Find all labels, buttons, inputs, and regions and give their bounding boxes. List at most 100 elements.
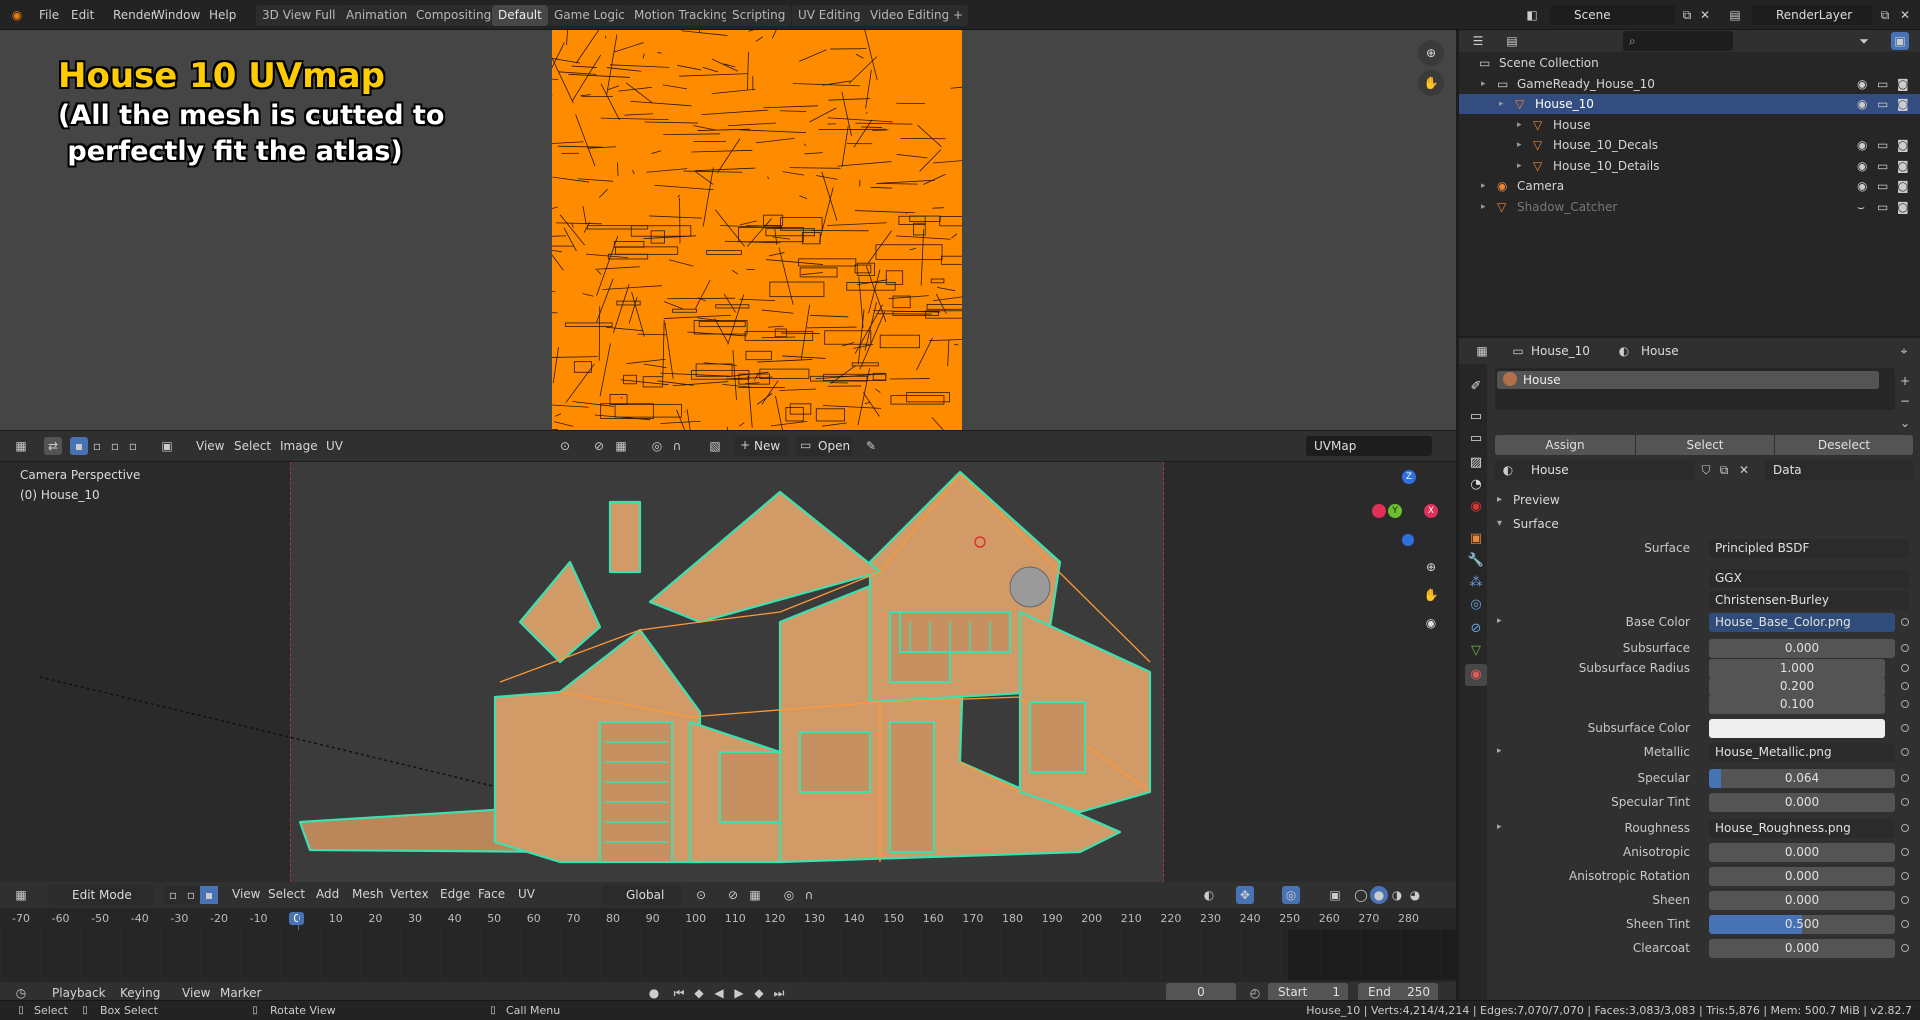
expand-arrow-icon[interactable]: ▸ — [1481, 176, 1486, 196]
chevron-right-icon[interactable]: ▸ — [1497, 616, 1502, 626]
island-select-icon[interactable]: ▫ — [124, 437, 142, 455]
outliner-row[interactable]: ▸ ▽ House_10_Decals ◉ ▭ ◙ — [1459, 135, 1920, 155]
navigation-gizmo[interactable]: Z Y X — [1372, 470, 1442, 550]
falloff-icon[interactable]: ∩ — [668, 437, 686, 455]
subsurface-method-selector[interactable]: Christensen-Burley — [1709, 591, 1909, 610]
property-value[interactable]: House_Base_Color.png — [1709, 613, 1895, 632]
tab-3d-view-full[interactable]: 3D View Full — [256, 5, 342, 26]
outliner-row[interactable]: ▭ Scene Collection — [1459, 53, 1920, 73]
tab-video-editing[interactable]: Video Editing — [864, 5, 956, 26]
editor-type-icon[interactable]: ▦ — [1473, 342, 1491, 360]
tab-motion-tracking[interactable]: Motion Tracking — [628, 5, 735, 26]
viewport-toggle-icon[interactable]: ▭ — [1877, 197, 1888, 217]
solid-shading-icon[interactable]: ● — [1370, 886, 1388, 904]
preview-panel-header[interactable]: Preview — [1491, 490, 1920, 510]
keyframe-dot-icon[interactable] — [1901, 748, 1909, 756]
viewport-menu-face[interactable]: Face — [478, 887, 505, 901]
face-select-icon[interactable]: ▫ — [106, 437, 124, 455]
gizmo-z-icon[interactable]: Z — [1402, 470, 1416, 484]
editor-type-icon[interactable]: ▦ — [12, 886, 30, 904]
property-value[interactable]: House_Roughness.png — [1709, 819, 1895, 838]
expand-arrow-icon[interactable]: ▸ — [1481, 74, 1486, 94]
scene-icon[interactable]: ◧ — [1523, 6, 1541, 24]
rendered-shading-icon[interactable]: ◕ — [1406, 886, 1424, 904]
keyframe-dot-icon[interactable] — [1901, 618, 1909, 626]
edge-select-icon[interactable]: ▫ — [88, 437, 106, 455]
gizmo-neg-z-icon[interactable] — [1402, 534, 1414, 546]
keyframe-dot-icon[interactable] — [1901, 944, 1909, 952]
sync-selection-icon[interactable]: ⇄ — [44, 437, 62, 455]
breadcrumb-object[interactable]: House_10 — [1531, 344, 1590, 358]
outliner-row[interactable]: ▸ ▽ House_10_Details ◉ ▭ ◙ — [1459, 156, 1920, 176]
timeline-menu-playback[interactable]: Playback — [52, 986, 106, 1000]
add-slot-icon[interactable]: + — [1896, 372, 1914, 390]
snap-grid-icon[interactable]: ▦ — [612, 437, 630, 455]
pivot-icon[interactable]: ⊙ — [556, 437, 574, 455]
render-tab-icon[interactable]: ▭ — [1465, 406, 1487, 428]
new-scene-icon[interactable]: ⧉ — [1678, 6, 1696, 24]
gizmo-toggle-icon[interactable]: ✥ — [1236, 886, 1254, 904]
vertex-select-icon[interactable]: ▪ — [70, 437, 88, 455]
viewport-menu-mesh[interactable]: Mesh — [352, 887, 384, 901]
property-value[interactable]: 0.000 — [1709, 891, 1895, 910]
tool-tab-icon[interactable]: ✐ — [1465, 376, 1487, 398]
keyframe-dot-icon[interactable] — [1901, 872, 1909, 880]
render-toggle-icon[interactable]: ◙ — [1897, 74, 1909, 94]
tab-uv-editing[interactable]: UV Editing — [792, 5, 867, 26]
keyframe-dot-icon[interactable] — [1901, 664, 1909, 672]
surface-panel-header[interactable]: Surface — [1491, 514, 1920, 534]
new-layer-icon[interactable]: ⧉ — [1876, 6, 1894, 24]
visibility-eye-icon[interactable]: ◉ — [1857, 156, 1867, 176]
wireframe-shading-icon[interactable]: ◯ — [1352, 886, 1370, 904]
expand-arrow-icon[interactable]: ▸ — [1517, 135, 1522, 155]
pin-icon[interactable]: ⌖ — [1895, 342, 1913, 360]
timeline-menu-view[interactable]: View — [182, 986, 210, 1000]
tab-scripting[interactable]: Scripting — [726, 5, 792, 26]
blender-logo-icon[interactable]: ◉ — [8, 6, 26, 24]
uv-menu-image[interactable]: Image — [280, 439, 318, 453]
image-browse-icon[interactable]: ▧ — [706, 437, 724, 455]
keyframe-dot-icon[interactable] — [1901, 920, 1909, 928]
property-value[interactable]: 0.000 — [1709, 639, 1895, 658]
timeline[interactable]: -70 -60 -50 -40 -30 -20 -10 0 10 20 30 40 50 60 70 80 90… — [0, 908, 1456, 1004]
property-value[interactable]: 0.000 — [1709, 867, 1895, 886]
snap-icon[interactable]: ⊘ — [724, 886, 742, 904]
uv-editor-canvas[interactable]: House 10 UVmap (All the mesh is cutted t… — [0, 30, 1456, 430]
uv-menu-view[interactable]: View — [196, 439, 224, 453]
material-shading-icon[interactable]: ◑ — [1388, 886, 1406, 904]
viewport-menu-edge[interactable]: Edge — [440, 887, 470, 901]
outliner-row[interactable]: ▸ ▽ House — [1459, 115, 1920, 135]
material-slot-item[interactable]: House — [1497, 371, 1879, 389]
uv-menu-uv[interactable]: UV — [326, 439, 343, 453]
visibility-eye-icon[interactable]: ◉ — [1857, 94, 1867, 114]
snap-icon[interactable]: ⊘ — [590, 437, 608, 455]
slot-menu-icon[interactable]: ⌄ — [1896, 414, 1914, 432]
filter-icon[interactable]: ⏷ — [1855, 32, 1873, 50]
uv-menu-select[interactable]: Select — [234, 439, 271, 453]
editor-type-icon[interactable]: ▦ — [12, 437, 30, 455]
property-value[interactable]: 0.000 — [1709, 793, 1895, 812]
proportional-icon[interactable]: ◎ — [648, 437, 666, 455]
keyframe-dot-icon[interactable] — [1901, 724, 1909, 732]
surface-shader-selector[interactable]: Principled BSDF — [1709, 539, 1909, 558]
overlay-toggle-icon[interactable]: ◎ — [1282, 886, 1300, 904]
duplicate-material-icon[interactable]: ⧉ — [1715, 461, 1733, 479]
property-value[interactable]: 0.100 — [1709, 695, 1885, 714]
menu-edit[interactable]: Edit — [68, 5, 97, 25]
properties-editor[interactable]: ▦ ▭ House_10 ◐ House ⌖ ✐ ▭ ▭ ▨ ◔ ◉ ▣ 🔧 ⁂… — [1459, 338, 1920, 1000]
output-tab-icon[interactable]: ▭ — [1465, 428, 1487, 450]
keyframe-dot-icon[interactable] — [1901, 700, 1909, 708]
expand-arrow-icon[interactable]: ▸ — [1517, 115, 1522, 135]
pivot-icon[interactable]: ⊙ — [692, 886, 710, 904]
deselect-button[interactable]: Deselect — [1775, 435, 1913, 455]
outliner-row[interactable]: ▸ ◉ Camera ◉ ▭ ◙ — [1459, 176, 1920, 196]
keyframe-dot-icon[interactable] — [1901, 798, 1909, 806]
scene-selector[interactable]: Scene — [1550, 5, 1675, 25]
falloff-icon[interactable]: ∩ — [800, 886, 818, 904]
face-mode-icon[interactable]: ▪ — [200, 886, 218, 904]
render-toggle-icon[interactable]: ◙ — [1897, 156, 1909, 176]
keyframe-dot-icon[interactable] — [1901, 644, 1909, 652]
keyframe-dot-icon[interactable] — [1901, 774, 1909, 782]
add-workspace-button[interactable]: + — [948, 5, 969, 26]
open-image-button[interactable]: ▭ Open — [796, 436, 852, 456]
